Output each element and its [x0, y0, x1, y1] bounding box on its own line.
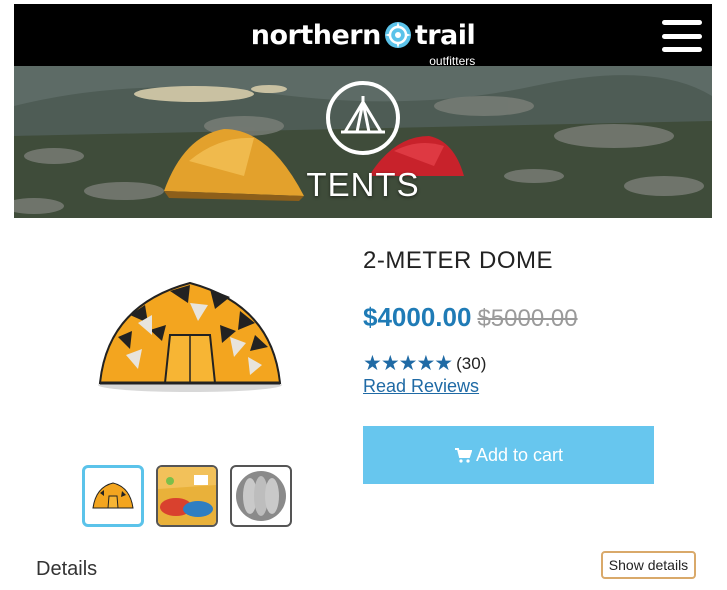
thumbnail-tent-interior[interactable] — [156, 465, 218, 527]
product-rating: ★★★★★ (30) — [363, 351, 486, 376]
category-hero-banner: TENTS — [14, 66, 712, 218]
hamburger-menu-icon[interactable] — [662, 20, 702, 52]
thumbnail-interior-image — [158, 467, 216, 525]
category-title: TENTS — [306, 166, 420, 203]
brand-logo[interactable]: northern trail outfitters — [250, 19, 476, 68]
original-price: $5000.00 — [477, 305, 578, 332]
brand-name-left: northern — [250, 19, 382, 51]
rating-stars: ★★★★★ — [363, 352, 453, 375]
thumbnail-top-image — [236, 471, 286, 521]
product-thumbnails — [82, 465, 292, 527]
price-row: $4000.00 $5000.00 — [363, 302, 578, 333]
tent-icon — [326, 81, 400, 155]
sale-price: $4000.00 — [363, 302, 472, 332]
read-reviews-link[interactable]: Read Reviews — [363, 376, 479, 397]
details-heading: Details — [36, 558, 98, 580]
add-to-cart-label: Add to cart — [475, 444, 564, 465]
thumbnail-tent-front[interactable] — [82, 465, 144, 527]
show-details-button[interactable]: Show details — [601, 551, 696, 579]
product-title: 2-METER DOME — [363, 247, 554, 274]
review-count: (30) — [456, 353, 487, 373]
thumbnail-tent-top[interactable] — [230, 465, 292, 527]
top-navigation-bar: northern trail outfitters — [14, 4, 712, 68]
compass-logo-icon — [384, 22, 411, 48]
add-to-cart-button[interactable]: Add to cart — [363, 426, 654, 484]
thumbnail-front-image — [92, 482, 134, 509]
brand-name-right: trail — [414, 19, 476, 51]
product-main-image — [98, 281, 282, 392]
cart-icon — [454, 448, 472, 463]
